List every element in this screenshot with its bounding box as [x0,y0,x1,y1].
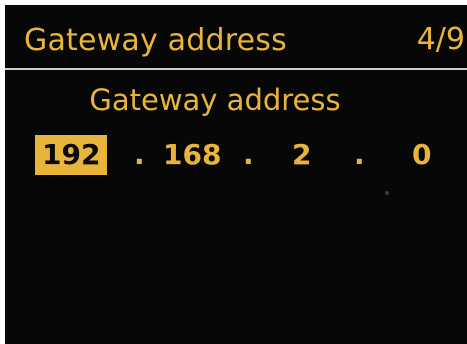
setting-heading: Gateway address [89,83,341,117]
ip-separator-3: . [354,138,365,171]
title-bar: Gateway address 4/9 [5,5,467,69]
ip-octet-1[interactable]: 192 [35,135,108,175]
screen-glare [385,191,389,195]
ip-octet-4[interactable]: 0 [412,135,431,175]
title-divider [5,68,467,70]
ip-octet-3[interactable]: 2 [292,135,311,175]
ip-separator-2: . [243,138,254,171]
page-counter: 4/9 [416,22,465,57]
screen-title: Gateway address [24,23,287,58]
device-screen: Gateway address 4/9 Gateway address 192 … [5,5,467,344]
ip-address-editor: 192 . 168 . 2 . 0 [5,135,467,175]
ip-separator-1: . [134,138,145,171]
ip-octet-2[interactable]: 168 [163,135,221,175]
